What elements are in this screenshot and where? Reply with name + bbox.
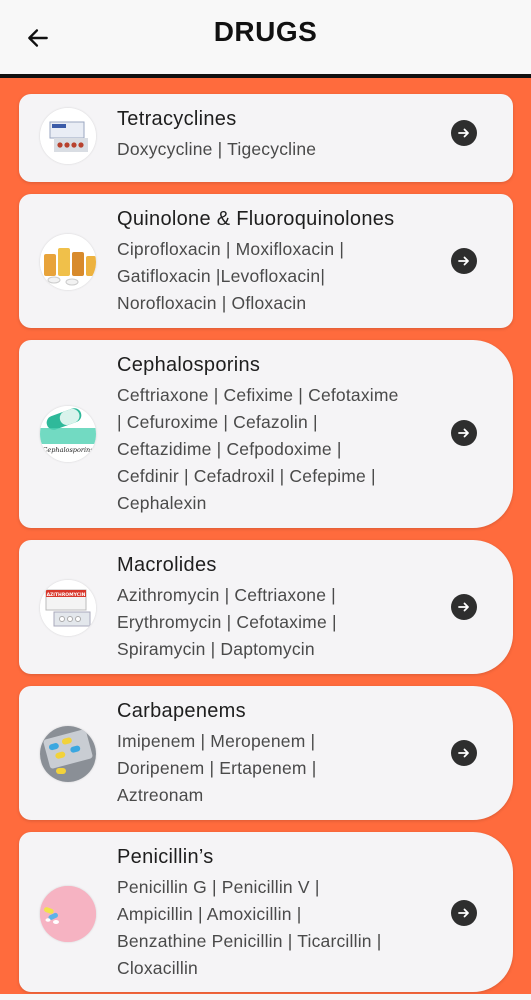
drugs-screen: DRUGS Tetracyclines Doxycycline | Tigecy… xyxy=(0,0,531,1000)
bottom-edge xyxy=(0,994,531,1000)
drug-class-title: Tetracyclines xyxy=(117,108,237,130)
drug-class-card-macrolides[interactable]: AZITHROMYCIN Macrolides Azithromycin | C… xyxy=(19,540,513,674)
drug-class-title: Penicillin’s xyxy=(117,846,214,868)
drug-class-card-cephalosporins[interactable]: Cephalosporins Cephalosporins Ceftriaxon… xyxy=(19,340,513,528)
carbapenem-blister-image xyxy=(40,726,96,782)
arrow-right-icon xyxy=(458,128,469,138)
drug-class-drugs: Doxycycline | Tigecycline xyxy=(117,139,317,159)
drug-class-card-carbapenems[interactable]: Carbapenems Imipenem | Meropenem | Dorip… xyxy=(19,686,513,820)
drug-class-title: Macrolides xyxy=(117,554,217,576)
azithromycin-pack-image: AZITHROMYCIN xyxy=(40,580,96,636)
drug-class-card-penicillins[interactable]: Penicillin’s Penicillin G | Penicillin V… xyxy=(19,832,513,992)
open-arrow-button[interactable] xyxy=(451,594,477,620)
arrow-right-icon xyxy=(458,908,469,918)
app-bar: DRUGS xyxy=(0,0,531,78)
arrow-right-icon xyxy=(458,428,469,438)
drug-class-drugs: Azithromycin | Ceftriaxone | Erythromyci… xyxy=(117,585,337,659)
drug-class-title: Quinolone & Fluoroquinolones xyxy=(117,208,395,230)
drug-class-drugs: Ceftriaxone | Cefixime | Cefotaxime | Ce… xyxy=(117,385,399,513)
quinolone-pills-image xyxy=(40,234,96,290)
open-arrow-button[interactable] xyxy=(451,740,477,766)
drug-class-card-quinolones[interactable]: Quinolone & Fluoroquinolones Ciprofloxac… xyxy=(19,194,513,328)
open-arrow-button[interactable] xyxy=(451,420,477,446)
drug-class-title: Cephalosporins xyxy=(117,354,261,376)
drug-class-drugs: Imipenem | Meropenem | Doripenem | Ertap… xyxy=(117,731,317,805)
drug-class-drugs: Ciprofloxacin | Moxifloxacin | Gatifloxa… xyxy=(117,239,345,313)
open-arrow-button[interactable] xyxy=(451,248,477,274)
thumb-caption: AZITHROMYCIN xyxy=(47,592,86,598)
penicillin-pills-image xyxy=(40,886,96,942)
open-arrow-button[interactable] xyxy=(451,120,477,146)
arrow-right-icon xyxy=(458,256,469,266)
arrow-right-icon xyxy=(458,602,469,612)
thumb-caption: Cephalosporins xyxy=(42,446,94,454)
tetracycline-pack-image xyxy=(40,108,96,164)
drug-class-drugs: Penicillin G | Penicillin V | Ampicillin… xyxy=(117,877,382,978)
cephalosporin-capsule-image: Cephalosporins xyxy=(40,406,96,462)
drug-class-card-tetracyclines[interactable]: Tetracyclines Doxycycline | Tigecycline xyxy=(19,94,513,182)
arrow-right-icon xyxy=(458,748,469,758)
page-title: DRUGS xyxy=(213,16,318,47)
open-arrow-button[interactable] xyxy=(451,900,477,926)
drug-class-title: Carbapenems xyxy=(117,700,246,722)
